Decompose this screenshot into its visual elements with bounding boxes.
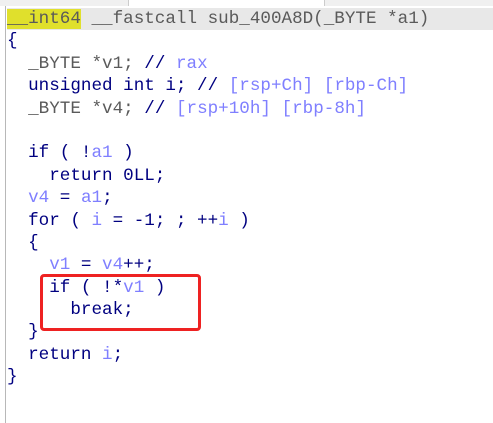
- gutter-divider: [5, 6, 6, 423]
- code-line[interactable]: {: [7, 232, 493, 254]
- code-line[interactable]: }: [7, 366, 493, 388]
- code-line[interactable]: _BYTE *v4; // [rsp+10h] [rbp-8h]: [7, 98, 493, 120]
- code-token: ): [112, 143, 134, 164]
- code-token: ): [228, 210, 250, 231]
- code-variable[interactable]: v4: [28, 188, 49, 208]
- code-line[interactable]: return i;: [7, 344, 493, 366]
- code-comment: [rsp+Ch] [rbp-Ch]: [228, 76, 409, 97]
- code-variable[interactable]: v1: [49, 255, 70, 275]
- code-line[interactable]: if ( !a1 ): [7, 142, 493, 164]
- code-token: for (: [7, 210, 92, 231]
- code-token: =: [70, 255, 103, 276]
- active-tab[interactable]: [128, 0, 325, 6]
- code-token: = -1; ; ++: [102, 210, 219, 231]
- code-token: =: [49, 188, 81, 209]
- code-token: unsigned int i;: [7, 76, 198, 97]
- code-token: return: [7, 344, 103, 365]
- code-line[interactable]: [7, 120, 493, 142]
- code-variable[interactable]: i: [218, 211, 229, 231]
- code-variable[interactable]: a1: [81, 188, 102, 208]
- code-token: if ( !: [7, 143, 92, 164]
- code-token: ;: [112, 344, 124, 365]
- code-token: //: [197, 76, 229, 97]
- code-token: ;: [102, 188, 113, 209]
- pseudocode-view[interactable]: __int64 __fastcall sub_400A8D(_BYTE *a1)…: [7, 8, 493, 389]
- code-variable[interactable]: a1: [91, 143, 112, 163]
- code-comment: rax: [175, 53, 208, 74]
- function-signature-line[interactable]: __int64 __fastcall sub_400A8D(_BYTE *a1): [7, 8, 493, 31]
- code-token: __fastcall sub_400A8D(_BYTE *a1): [80, 9, 430, 29]
- code-token: }: [7, 367, 18, 388]
- code-variable[interactable]: i: [102, 345, 113, 365]
- annotation-red-box: [40, 274, 201, 331]
- code-token: //: [144, 98, 176, 119]
- code-variable[interactable]: i: [91, 211, 102, 231]
- code-line[interactable]: {: [7, 30, 493, 52]
- tab-bar: [0, 0, 493, 6]
- code-variable[interactable]: v4: [102, 255, 123, 275]
- code-token[interactable]: __int64: [7, 9, 81, 29]
- code-line[interactable]: v4 = a1;: [7, 187, 493, 209]
- code-token: {: [7, 31, 18, 52]
- code-line[interactable]: for ( i = -1; ; ++i ): [7, 210, 493, 232]
- code-comment: [rsp+10h] [rbp-8h]: [175, 98, 366, 119]
- code-line[interactable]: unsigned int i; // [rsp+Ch] [rbp-Ch]: [7, 75, 493, 97]
- code-line[interactable]: return 0LL;: [7, 165, 493, 187]
- code-token: //: [144, 53, 176, 74]
- code-token: _BYTE *v4;: [7, 98, 145, 119]
- code-token: }: [7, 322, 39, 343]
- code-token: {: [7, 232, 39, 253]
- code-token: ++;: [123, 255, 155, 276]
- code-line[interactable]: _BYTE *v1; // rax: [7, 53, 493, 75]
- code-token: _BYTE *v1;: [7, 53, 145, 74]
- code-token: return 0LL;: [7, 165, 166, 186]
